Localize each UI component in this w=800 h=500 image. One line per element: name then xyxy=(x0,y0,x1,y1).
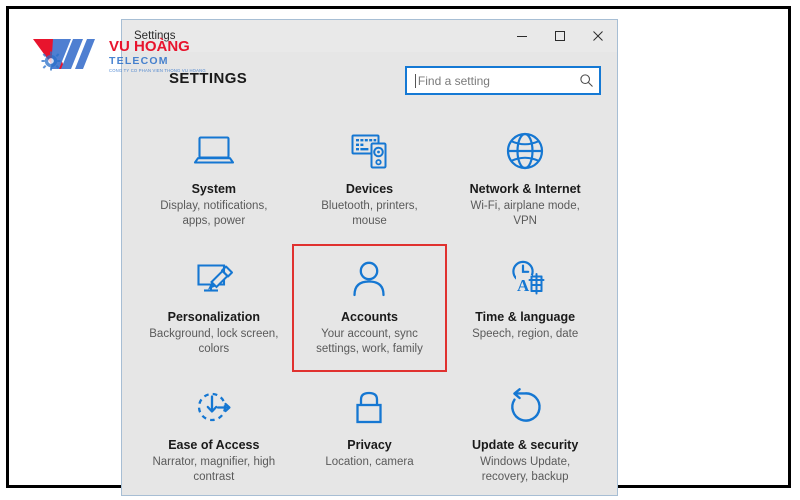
search-input[interactable] xyxy=(415,70,575,91)
settings-header: SETTINGS xyxy=(122,52,617,110)
tile-description: Narrator, magnifier, high contrast xyxy=(152,456,276,483)
tile-description: Location, camera xyxy=(325,456,414,468)
tile-personalization[interactable]: Personalization Background, lock screen,… xyxy=(136,244,292,372)
tile-accounts[interactable]: Accounts Your account, sync settings, wo… xyxy=(291,244,448,372)
tile-update-security[interactable]: Update & security Windows Update, recove… xyxy=(447,372,603,495)
settings-window: Settings SETTINGS Find a setting System … xyxy=(121,19,618,496)
tile-title: Devices xyxy=(345,182,394,196)
tile-title: Update & security xyxy=(472,438,579,452)
tile-time-language[interactable]: A Time & language Speech, region, date xyxy=(447,244,603,372)
tile-network-internet[interactable]: Network & Internet Wi-Fi, airplane mode,… xyxy=(447,116,603,244)
person-icon xyxy=(348,254,390,304)
tile-title: Network & Internet xyxy=(469,182,581,196)
tile-description: Speech, region, date xyxy=(472,328,579,340)
tile-title: Accounts xyxy=(341,310,398,324)
tile-title: System xyxy=(191,182,237,196)
page-frame: Settings SETTINGS Find a setting System … xyxy=(6,6,791,496)
tile-title: Privacy xyxy=(347,438,392,452)
tile-description: Background, lock screen, colors xyxy=(149,328,279,355)
tile-devices[interactable]: Devices Bluetooth, printers, mouse xyxy=(292,116,448,244)
tile-system[interactable]: System Display, notifications, apps, pow… xyxy=(136,116,292,244)
search-box[interactable] xyxy=(405,66,601,95)
window-controls xyxy=(503,20,617,51)
tile-title: Personalization xyxy=(167,310,261,324)
monitor-brush-icon xyxy=(191,254,237,304)
tile-description: Your account, sync settings, work, famil… xyxy=(316,328,423,355)
tile-description: Bluetooth, printers, mouse xyxy=(321,200,418,227)
tile-ease-of-access[interactable]: Ease of Access Narrator, magnifier, high… xyxy=(136,372,292,495)
tile-description: Display, notifications, apps, power xyxy=(160,200,268,227)
minimize-button[interactable] xyxy=(503,20,541,51)
tile-description: Wi-Fi, airplane mode, VPN xyxy=(470,200,580,227)
settings-tile-grid: System Display, notifications, apps, pow… xyxy=(122,110,617,495)
keyboard-device-icon xyxy=(346,126,392,176)
page-title: SETTINGS xyxy=(169,70,248,87)
refresh-icon xyxy=(504,382,546,432)
gear-icon xyxy=(41,51,61,71)
globe-icon xyxy=(504,126,546,176)
vu-hoang-logo-mark xyxy=(33,39,95,69)
laptop-icon xyxy=(191,126,237,176)
search-icon[interactable] xyxy=(575,68,599,93)
ease-of-access-icon xyxy=(192,382,236,432)
clock-language-icon: A xyxy=(503,254,547,304)
lock-icon xyxy=(349,382,389,432)
tile-title: Ease of Access xyxy=(168,438,260,452)
tile-description: Windows Update, recovery, backup xyxy=(480,456,571,483)
svg-text:A: A xyxy=(517,276,530,295)
maximize-button[interactable] xyxy=(541,20,579,51)
close-button[interactable] xyxy=(579,20,617,51)
window-title-bar[interactable]: Settings xyxy=(122,20,617,52)
tile-privacy[interactable]: Privacy Location, camera xyxy=(292,372,448,495)
window-title: Settings xyxy=(134,29,176,42)
tile-title: Time & language xyxy=(475,310,576,324)
